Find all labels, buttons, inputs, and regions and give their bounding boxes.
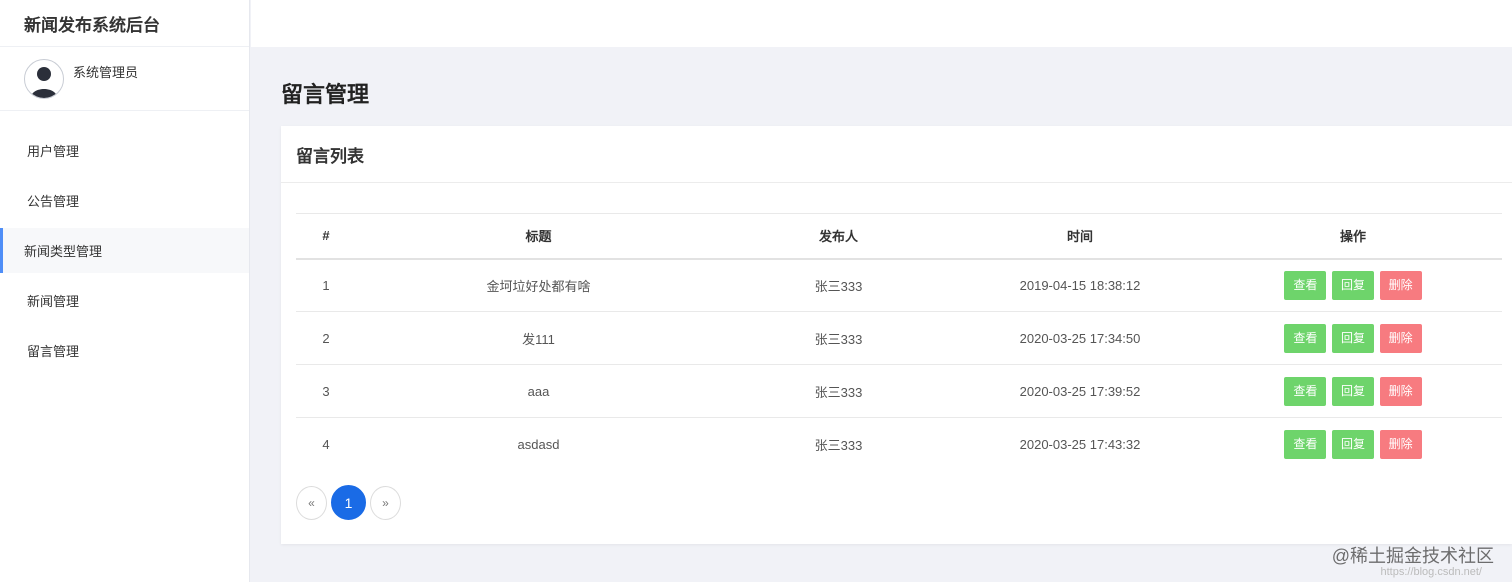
- user-name: 系统管理员: [73, 65, 139, 80]
- row-time: 2020-03-25 17:39:52: [1019, 383, 1141, 399]
- table-row: 1 金坷垃好处都有啥 张三333 2019-04-15 18:38:12 查看 …: [296, 259, 1502, 312]
- page-title: 留言管理: [281, 82, 370, 107]
- view-button[interactable]: 查看: [1284, 270, 1327, 300]
- pagination: « 1 »: [296, 485, 405, 520]
- row-time: 2020-03-25 17:34:50: [1019, 330, 1141, 346]
- table-row: 4 asdasd 张三333 2020-03-25 17:43:32 查看 回复…: [296, 418, 1502, 471]
- message-list-card: 留言列表 # 标题 发布人 时间 操作 1 金坷垃好处都有啥 张三333 201…: [281, 126, 1512, 544]
- header-time: 时间: [1066, 229, 1093, 245]
- sidebar-menu: 用户管理 公告管理 新闻类型管理 新闻管理 留言管理: [0, 111, 249, 373]
- prev-page-button[interactable]: «: [296, 485, 327, 520]
- user-panel: 系统管理员: [0, 47, 249, 111]
- row-title: asdasd: [517, 436, 560, 452]
- sidebar-item-users[interactable]: 用户管理: [0, 128, 249, 173]
- watermark: @稀土掘金技术社区: [1331, 546, 1494, 566]
- main-content: 留言管理 留言列表 # 标题 发布人 时间 操作 1 金坷垃好处都有啥 张三33…: [251, 47, 1512, 582]
- delete-button[interactable]: 删除: [1379, 270, 1422, 300]
- view-button[interactable]: 查看: [1284, 429, 1327, 459]
- sidebar-item-messages[interactable]: 留言管理: [0, 328, 249, 373]
- sidebar: 新闻发布系统后台 系统管理员 用户管理 公告管理 新闻类型管理 新闻管理 留言管…: [0, 0, 250, 582]
- row-actions: 查看 回复 删除: [1204, 312, 1502, 365]
- header-index: #: [322, 228, 330, 244]
- row-index: 4: [322, 436, 330, 452]
- top-bar: [251, 0, 1512, 47]
- header-actions: 操作: [1339, 229, 1366, 245]
- next-page-button[interactable]: »: [370, 485, 401, 520]
- row-time: 2019-04-15 18:38:12: [1019, 277, 1141, 293]
- row-index: 2: [322, 330, 330, 346]
- sidebar-item-news[interactable]: 新闻管理: [0, 278, 249, 323]
- delete-button[interactable]: 删除: [1379, 323, 1422, 353]
- row-actions: 查看 回复 删除: [1204, 259, 1502, 312]
- sidebar-item-notices[interactable]: 公告管理: [0, 178, 249, 223]
- message-table: # 标题 发布人 时间 操作 1 金坷垃好处都有啥 张三333 2019-04-…: [296, 213, 1502, 471]
- row-time: 2020-03-25 17:43:32: [1019, 436, 1141, 452]
- row-author: 张三333: [814, 384, 863, 400]
- row-title: 发111: [522, 331, 555, 347]
- app-root: 新闻发布系统后台 系统管理员 用户管理 公告管理 新闻类型管理 新闻管理 留言管…: [0, 0, 1512, 582]
- table-row: 2 发111 张三333 2020-03-25 17:34:50 查看 回复 删…: [296, 312, 1502, 365]
- row-actions: 查看 回复 删除: [1204, 365, 1502, 418]
- row-author: 张三333: [814, 437, 863, 453]
- header-author: 发布人: [818, 229, 858, 245]
- reply-button[interactable]: 回复: [1331, 429, 1374, 459]
- card-title: 留言列表: [281, 126, 1512, 183]
- delete-button[interactable]: 删除: [1379, 376, 1422, 406]
- row-author: 张三333: [814, 331, 863, 347]
- row-title: aaa: [527, 383, 550, 399]
- delete-button[interactable]: 删除: [1379, 429, 1422, 459]
- reply-button[interactable]: 回复: [1331, 270, 1374, 300]
- table-header-row: # 标题 发布人 时间 操作: [296, 213, 1502, 259]
- row-actions: 查看 回复 删除: [1204, 418, 1502, 471]
- page-1-button[interactable]: 1: [331, 485, 366, 520]
- row-author: 张三333: [814, 278, 863, 294]
- row-title: 金坷垃好处都有啥: [486, 278, 591, 294]
- avatar-icon[interactable]: [24, 59, 64, 99]
- brand-title: 新闻发布系统后台: [0, 0, 249, 47]
- header-title: 标题: [525, 229, 552, 245]
- row-index: 1: [322, 277, 330, 293]
- view-button[interactable]: 查看: [1284, 323, 1327, 353]
- reply-button[interactable]: 回复: [1331, 376, 1374, 406]
- table-row: 3 aaa 张三333 2020-03-25 17:39:52 查看 回复 删除: [296, 365, 1502, 418]
- sidebar-item-news-types[interactable]: 新闻类型管理: [0, 228, 249, 273]
- row-index: 3: [322, 383, 330, 399]
- view-button[interactable]: 查看: [1284, 376, 1327, 406]
- reply-button[interactable]: 回复: [1331, 323, 1374, 353]
